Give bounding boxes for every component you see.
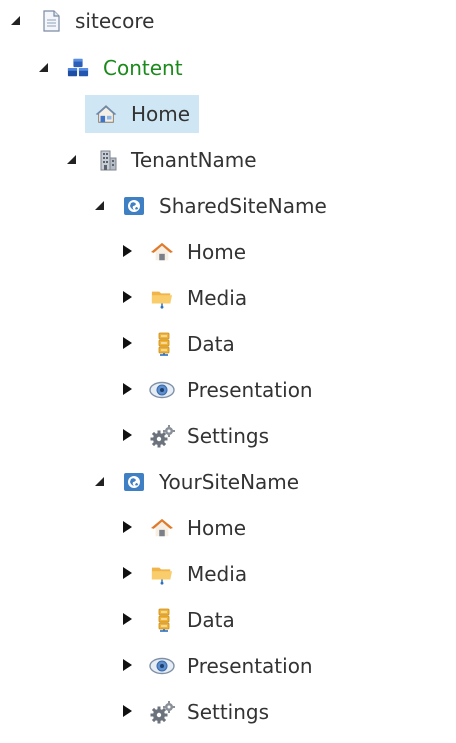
tree-node-sitecore: sitecore (0, 2, 456, 40)
tree-node-your-media: Media (0, 555, 456, 593)
tree-node-your-data: Data (0, 601, 456, 639)
expanded-arrow-icon[interactable] (36, 59, 50, 75)
tree-node-shared-data: Data (0, 325, 456, 363)
tree-node-shared-home: Home (0, 233, 456, 271)
tree-node-label[interactable]: Presentation (187, 654, 313, 678)
tree-node-shared-presentation: Presentation (0, 371, 456, 409)
expanded-arrow-icon[interactable] (92, 197, 106, 213)
eye-icon (149, 655, 175, 677)
tree-node-shared-site: SharedSiteName (0, 187, 456, 225)
home-house-icon (95, 103, 117, 125)
tree-node-label[interactable]: Home (187, 516, 246, 540)
tree-node-label[interactable]: YourSiteName (159, 470, 299, 494)
tree-node-your-site: YourSiteName (0, 463, 456, 501)
gears-icon (150, 425, 176, 447)
media-folder-icon (151, 563, 173, 585)
gears-icon (150, 701, 176, 723)
page-icon (40, 10, 62, 32)
collapsed-arrow-icon[interactable] (120, 381, 134, 397)
collapsed-arrow-icon[interactable] (120, 243, 134, 259)
tree-node-label[interactable]: Media (187, 286, 247, 310)
tree-node-label[interactable]: SharedSiteName (159, 194, 327, 218)
tree-node-label[interactable]: Data (187, 608, 235, 632)
media-folder-icon (151, 287, 173, 309)
content-cubes-icon (67, 57, 89, 79)
tree-node-label[interactable]: sitecore (75, 9, 154, 33)
collapsed-arrow-icon[interactable] (120, 427, 134, 443)
expanded-arrow-icon[interactable] (64, 151, 78, 167)
tree-node-label[interactable]: Presentation (187, 378, 313, 402)
building-icon (97, 149, 119, 171)
home-icon (151, 517, 173, 539)
tree-node-label[interactable]: Settings (187, 424, 269, 448)
tree-node-home-selected: Home (0, 95, 456, 133)
tree-node-label[interactable]: Home (131, 102, 190, 126)
data-icon (153, 333, 175, 355)
expanded-arrow-icon[interactable] (8, 12, 22, 28)
tree-node-tenant: TenantName (0, 141, 456, 179)
collapsed-arrow-icon[interactable] (120, 611, 134, 627)
tree-node-label[interactable]: Home (187, 240, 246, 264)
tree-node-label[interactable]: Media (187, 562, 247, 586)
collapsed-arrow-icon[interactable] (120, 335, 134, 351)
tree-node-your-home: Home (0, 509, 456, 547)
collapsed-arrow-icon[interactable] (120, 657, 134, 673)
tree-node-label[interactable]: Content (103, 56, 183, 80)
tree-node-label[interactable]: TenantName (131, 148, 257, 172)
content-tree: sitecore Content Home TenantName SharedS… (0, 0, 456, 743)
tree-node-label[interactable]: Settings (187, 700, 269, 724)
expanded-arrow-icon[interactable] (92, 473, 106, 489)
tree-node-label[interactable]: Data (187, 332, 235, 356)
site-globe-icon (123, 471, 145, 493)
collapsed-arrow-icon[interactable] (120, 519, 134, 535)
tree-node-shared-media: Media (0, 279, 456, 317)
home-icon (151, 241, 173, 263)
collapsed-arrow-icon[interactable] (120, 703, 134, 719)
collapsed-arrow-icon[interactable] (120, 565, 134, 581)
tree-node-content: Content (0, 49, 456, 87)
tree-node-your-presentation: Presentation (0, 647, 456, 685)
tree-node-your-settings: Settings (0, 693, 456, 731)
data-icon (153, 609, 175, 631)
eye-icon (149, 379, 175, 401)
site-globe-icon (123, 195, 145, 217)
tree-node-shared-settings: Settings (0, 417, 456, 455)
collapsed-arrow-icon[interactable] (120, 289, 134, 305)
